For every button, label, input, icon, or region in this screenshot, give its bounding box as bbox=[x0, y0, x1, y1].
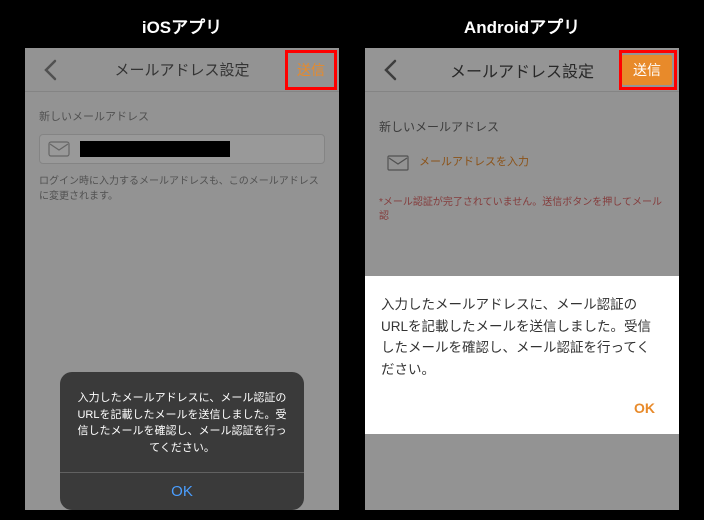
ios-alert-dialog: 入力したメールアドレスに、メール認証のURLを記載したメールを送信しました。受信… bbox=[60, 372, 304, 510]
android-screen: メールアドレス設定 送信 新しいメールアドレス メールアドレスを入力 *メール認… bbox=[365, 48, 679, 510]
ios-column-title: iOSアプリ bbox=[142, 5, 222, 48]
dialog-ok-button[interactable]: OK bbox=[381, 394, 663, 422]
android-column-title: Androidアプリ bbox=[464, 5, 580, 48]
send-button[interactable]: 送信 bbox=[622, 55, 672, 85]
dialog-ok-button[interactable]: OK bbox=[60, 472, 304, 510]
send-button[interactable]: 送信 bbox=[289, 54, 333, 86]
dialog-message: 入力したメールアドレスに、メール認証のURLを記載したメールを送信しました。受信… bbox=[60, 372, 304, 472]
ios-screen: メールアドレス設定 送信 新しいメールアドレス ログイン時に入力するメールアドレ… bbox=[25, 48, 339, 510]
android-alert-dialog: 入力したメールアドレスに、メール認証のURLを記載したメールを送信しました。受信… bbox=[365, 276, 679, 434]
dialog-message: 入力したメールアドレスに、メール認証のURLを記載したメールを送信しました。受信… bbox=[381, 294, 663, 380]
